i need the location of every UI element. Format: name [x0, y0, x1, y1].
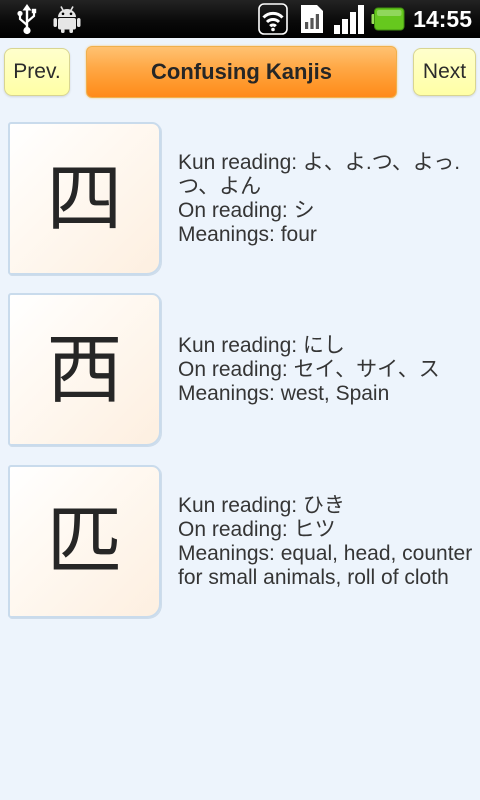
- kanji-card[interactable]: 四 Kun reading: よ、よ.つ、よっ.つ、よん On reading:…: [0, 122, 480, 275]
- kanji-card[interactable]: 西 Kun reading: にし On reading: セイ、サイ、ス Me…: [0, 293, 480, 446]
- prev-button[interactable]: Prev.: [4, 48, 70, 96]
- status-clock: 14:55: [413, 6, 472, 32]
- kanji-info: Kun reading: ひき On reading: ヒツ Meanings:…: [178, 465, 476, 618]
- battery-icon: [371, 7, 405, 31]
- on-reading: On reading: セイ、サイ、ス: [178, 357, 440, 381]
- kanji-character: 西: [8, 293, 161, 446]
- kun-reading: Kun reading: よ、よ.つ、よっ.つ、よん: [178, 150, 461, 198]
- meanings: Meanings: four: [178, 222, 317, 246]
- page-title: Confusing Kanjis: [86, 46, 397, 98]
- kun-reading: Kun reading: にし: [178, 333, 345, 357]
- kanji-character: 匹: [8, 465, 161, 618]
- status-bar[interactable]: 14:55: [0, 0, 480, 38]
- next-button[interactable]: Next: [413, 48, 476, 96]
- on-reading: On reading: ヒツ: [178, 517, 336, 541]
- android-debug-icon: [53, 6, 81, 33]
- kanji-info: Kun reading: にし On reading: セイ、サイ、ス Mean…: [178, 293, 476, 446]
- meanings: Meanings: equal, head, counter for small…: [178, 541, 473, 589]
- kanji-card[interactable]: 匹 Kun reading: ひき On reading: ヒツ Meaning…: [0, 465, 480, 618]
- meanings: Meanings: west, Spain: [178, 381, 390, 405]
- usb-icon: [17, 4, 37, 35]
- kanji-character: 四: [8, 122, 161, 275]
- signal-strength-icon: [334, 5, 364, 34]
- kun-reading: Kun reading: ひき: [178, 493, 345, 517]
- sim-card-icon: [301, 5, 323, 33]
- wifi-icon: [258, 3, 288, 35]
- kanji-info: Kun reading: よ、よ.つ、よっ.つ、よん On reading: シ…: [178, 122, 476, 275]
- on-reading: On reading: シ: [178, 198, 315, 222]
